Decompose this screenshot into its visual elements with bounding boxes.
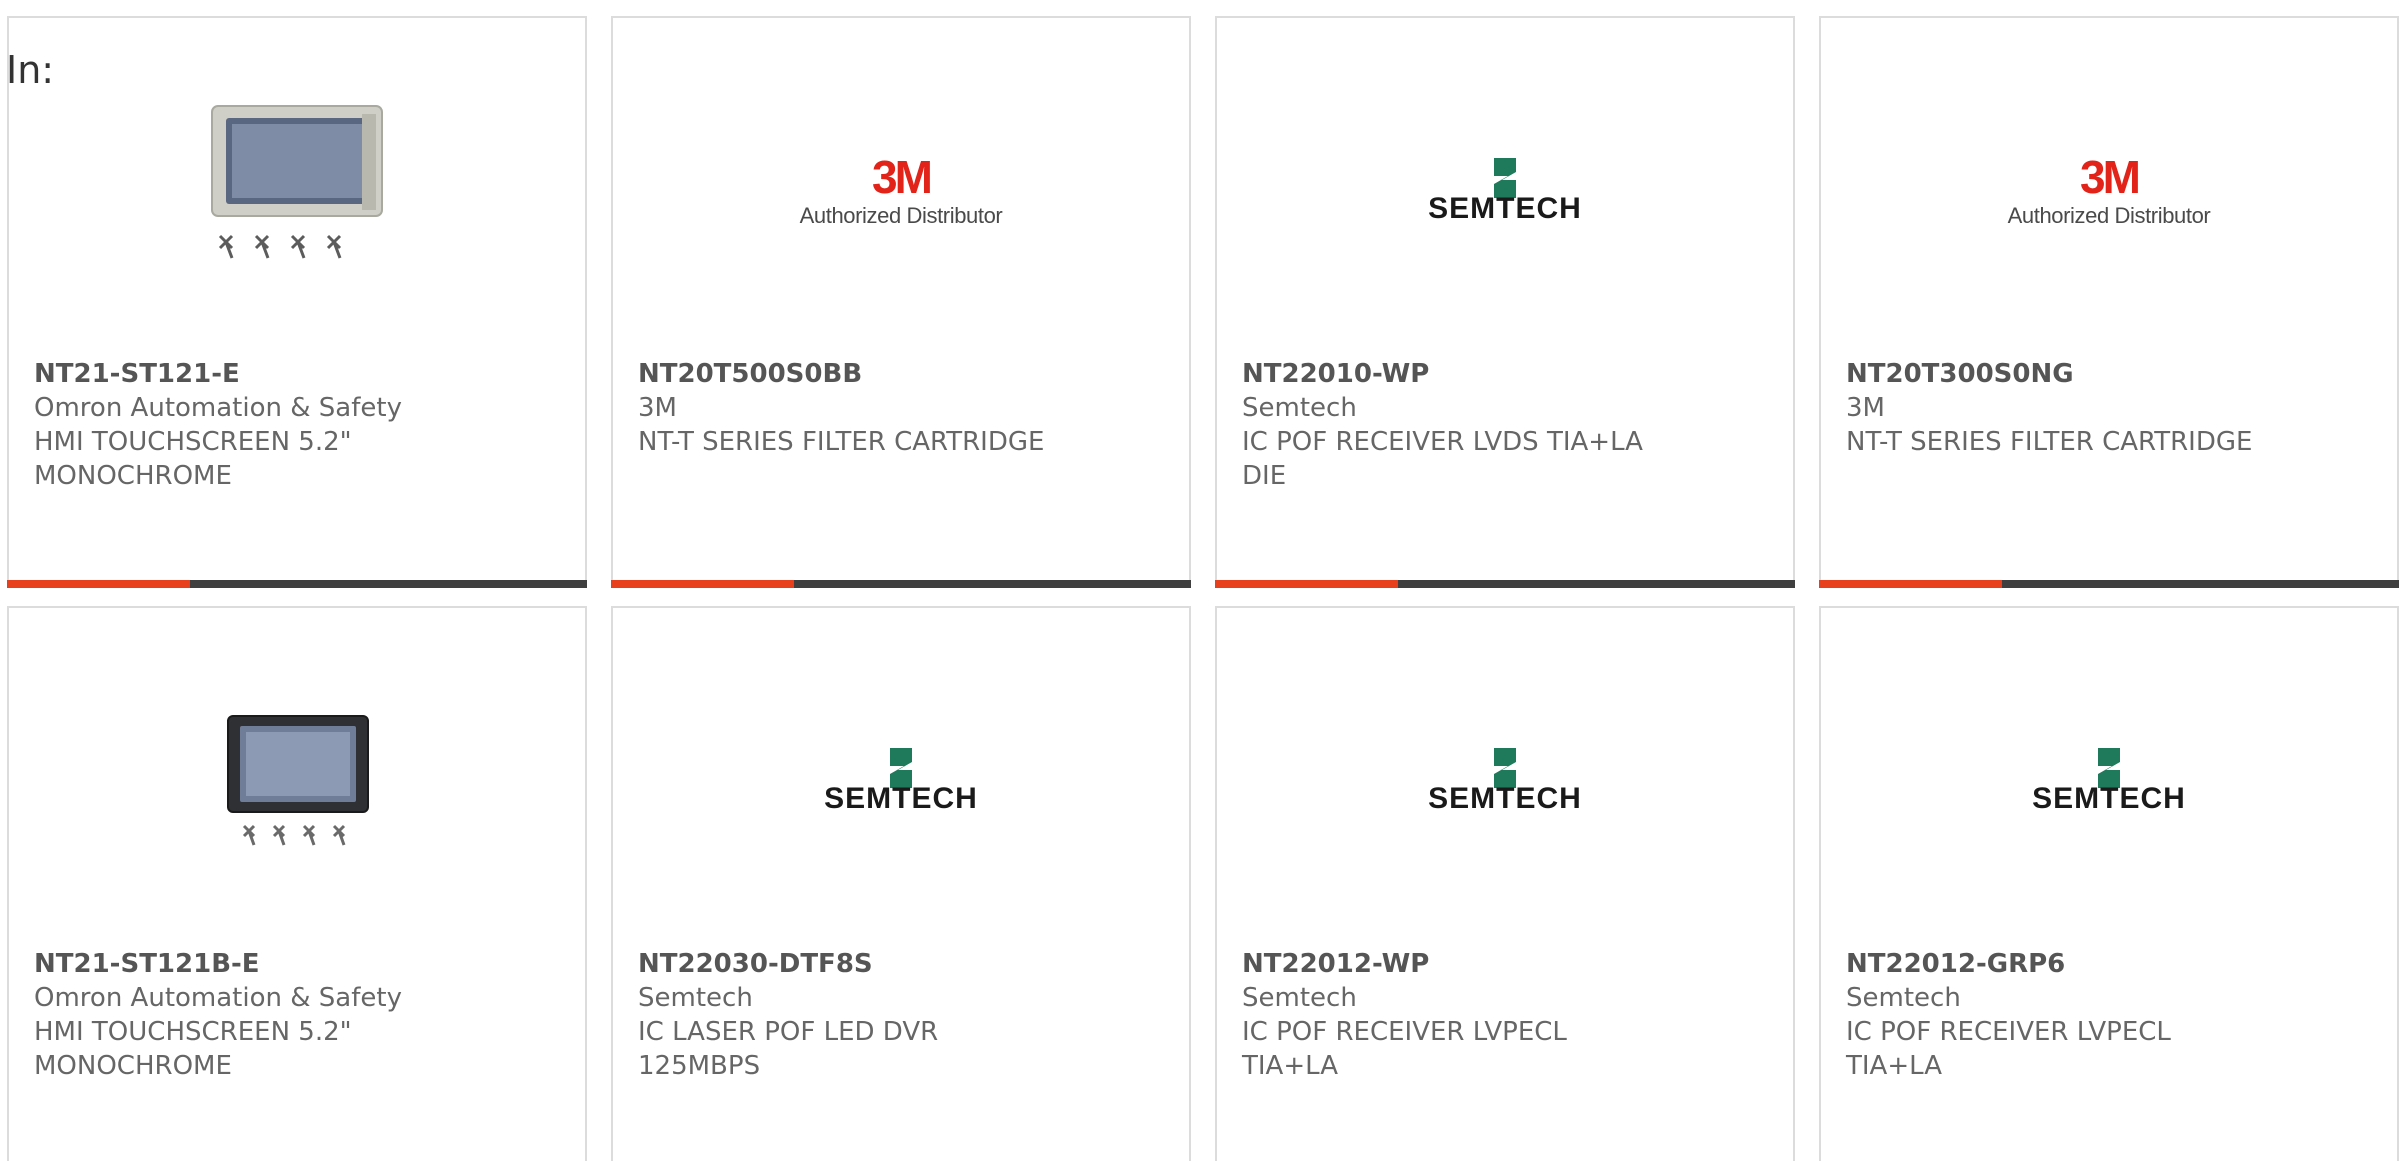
manufacturer: Omron Automation & Safety (34, 393, 402, 423)
product-card[interactable]: SEMTECH NT22010-WP Semtech IC POF RECEIV… (1215, 16, 1795, 588)
part-number-link[interactable]: NT21-ST121B-E (34, 947, 454, 981)
description: IC POF RECEIVER LVPECL TIA+LA (1846, 1017, 2171, 1081)
manufacturer: Semtech (1242, 983, 1357, 1013)
card-bar-accent (7, 580, 190, 588)
card-bottom-bar (611, 580, 1191, 588)
product-card[interactable]: NT21-ST121B-E Omron Automation & Safety … (7, 606, 587, 1161)
product-image: SEMTECH (1400, 86, 1610, 296)
manufacturer: Semtech (1846, 983, 1961, 1013)
product-card[interactable]: NT21-ST121-E Omron Automation & Safety H… (7, 16, 587, 588)
semtech-logo-icon: SEMTECH (1400, 158, 1610, 224)
product-info: NT22012-WP Semtech IC POF RECEIVER LVPEC… (1242, 947, 1662, 1083)
manufacturer: 3M (1846, 393, 1885, 423)
logo-semtech-word: SEMTECH (2032, 782, 2186, 815)
product-image: 3M Authorized Distributor (2004, 86, 2214, 296)
manufacturer: Omron Automation & Safety (34, 983, 402, 1013)
part-number-link[interactable]: NT20T300S0NG (1846, 357, 2266, 391)
logo-3m-mark: 3M (2080, 151, 2141, 203)
product-image: SEMTECH (1400, 676, 1610, 886)
description: IC POF RECEIVER LVDS TIA+LA DIE (1242, 427, 1643, 491)
3m-logo-icon: 3M Authorized Distributor (796, 153, 1006, 229)
manufacturer: Semtech (1242, 393, 1357, 423)
description: HMI TOUCHSCREEN 5.2" MONOCHROME (34, 427, 352, 491)
card-bottom-bar (7, 580, 587, 588)
manufacturer: 3M (638, 393, 677, 423)
logo-3m-mark: 3M (872, 151, 933, 203)
semtech-logo-icon: SEMTECH (2004, 748, 2214, 814)
manufacturer: Semtech (638, 983, 753, 1013)
product-image: SEMTECH (2004, 676, 2214, 886)
part-number-link[interactable]: NT22010-WP (1242, 357, 1662, 391)
part-number-link[interactable]: NT22030-DTF8S (638, 947, 1058, 981)
product-info: NT21-ST121-E Omron Automation & Safety H… (34, 357, 454, 493)
product-card[interactable]: SEMTECH NT22012-WP Semtech IC POF RECEIV… (1215, 606, 1795, 1161)
hmi-panel-black-icon (227, 715, 369, 846)
product-info: NT22012-GRP6 Semtech IC POF RECEIVER LVP… (1846, 947, 2266, 1083)
card-bar-accent (1215, 580, 1398, 588)
part-number-link[interactable]: NT22012-GRP6 (1846, 947, 2266, 981)
logo-semtech-word: SEMTECH (1428, 192, 1582, 225)
description: HMI TOUCHSCREEN 5.2" MONOCHROME (34, 1017, 352, 1081)
logo-semtech-word: SEMTECH (1428, 782, 1582, 815)
product-info: NT20T300S0NG 3M NT-T SERIES FILTER CARTR… (1846, 357, 2266, 459)
product-card[interactable]: 3M Authorized Distributor NT20T300S0NG 3… (1819, 16, 2399, 588)
card-bottom-bar (1215, 580, 1795, 588)
product-card[interactable]: SEMTECH NT22012-GRP6 Semtech IC POF RECE… (1819, 606, 2399, 1161)
product-info: NT22030-DTF8S Semtech IC LASER POF LED D… (638, 947, 1058, 1083)
part-number-link[interactable]: NT20T500S0BB (638, 357, 1058, 391)
description: NT-T SERIES FILTER CARTRIDGE (1846, 427, 2253, 457)
part-number-link[interactable]: NT22012-WP (1242, 947, 1662, 981)
product-info: NT22010-WP Semtech IC POF RECEIVER LVDS … (1242, 357, 1662, 493)
logo-semtech-word: SEMTECH (824, 782, 978, 815)
logo-3m-caption: Authorized Distributor (2007, 203, 2211, 228)
hmi-panel-beige-icon (211, 105, 383, 259)
product-card[interactable]: SEMTECH NT22030-DTF8S Semtech IC LASER P… (611, 606, 1191, 1161)
part-number-link[interactable]: NT21-ST121-E (34, 357, 454, 391)
card-bottom-bar (1819, 580, 2399, 588)
product-results-page: In: NT21-ST121-E Omron Automation & Safe… (0, 0, 2400, 1161)
description: IC POF RECEIVER LVPECL TIA+LA (1242, 1017, 1567, 1081)
product-image (192, 676, 402, 886)
logo-3m-caption: Authorized Distributor (799, 203, 1003, 228)
product-info: NT21-ST121B-E Omron Automation & Safety … (34, 947, 454, 1083)
product-image: 3M Authorized Distributor (796, 86, 1006, 296)
product-grid: NT21-ST121-E Omron Automation & Safety H… (7, 16, 2399, 1161)
card-bar-accent (1819, 580, 2002, 588)
product-info: NT20T500S0BB 3M NT-T SERIES FILTER CARTR… (638, 357, 1058, 459)
description: NT-T SERIES FILTER CARTRIDGE (638, 427, 1045, 457)
semtech-logo-icon: SEMTECH (1400, 748, 1610, 814)
product-image: SEMTECH (796, 676, 1006, 886)
card-bar-accent (611, 580, 794, 588)
3m-logo-icon: 3M Authorized Distributor (2004, 153, 2214, 229)
filter-label: In: (6, 48, 55, 92)
semtech-logo-icon: SEMTECH (796, 748, 1006, 814)
product-image (192, 86, 402, 296)
product-card[interactable]: 3M Authorized Distributor NT20T500S0BB 3… (611, 16, 1191, 588)
description: IC LASER POF LED DVR 125MBPS (638, 1017, 939, 1081)
